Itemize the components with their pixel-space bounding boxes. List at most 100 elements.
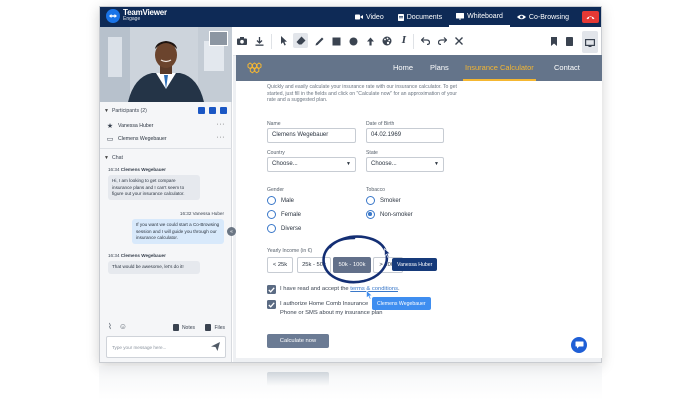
calculate-now-button[interactable]: Calculate now: [267, 334, 329, 348]
checkmark-icon: [268, 286, 275, 293]
whiteboard-tab-label: Whiteboard: [467, 12, 503, 20]
files-button[interactable]: Files: [205, 324, 225, 331]
state-select[interactable]: Choose... ▼: [366, 157, 444, 172]
nav-home[interactable]: Home: [393, 63, 413, 72]
consent-checkbox[interactable]: [267, 300, 276, 309]
text-tool-icon[interactable]: I: [398, 35, 410, 47]
bookmark-icon[interactable]: [551, 33, 557, 51]
video-tab[interactable]: Video: [348, 7, 391, 27]
terms-label: I have read and accept the: [280, 286, 349, 292]
country-select-value: Choose...: [272, 161, 298, 167]
gender-label: Gender: [267, 187, 284, 193]
message-input-placeholder: Type your message here...: [112, 345, 167, 350]
consent-text: I authorize Home Comb Insurance Phone or…: [280, 300, 382, 318]
nav-insurance-calculator[interactable]: Insurance Calculator: [465, 63, 534, 72]
redo-icon[interactable]: [436, 35, 448, 47]
state-select-value: Choose...: [371, 161, 397, 167]
gender-male-radio[interactable]: Male: [267, 196, 294, 205]
chat-bubble-button[interactable]: [571, 337, 587, 353]
income-option[interactable]: < 25k: [267, 257, 293, 273]
download-icon[interactable]: [253, 35, 265, 47]
nav-plans[interactable]: Plans: [430, 63, 449, 72]
arrow-up-icon[interactable]: [364, 35, 376, 47]
notes-button[interactable]: Notes: [172, 324, 195, 331]
co-browsing-tab[interactable]: Co-Browsing: [510, 7, 576, 27]
consent-line-1: I authorize Home Comb Insurance: [280, 301, 369, 307]
message-bubble: If you want we could start a Co-Browsing…: [132, 219, 224, 245]
income-option-label: < 25k: [272, 262, 288, 268]
message-author: Vanessa Huber: [192, 211, 224, 216]
message-bubble: That would be awesome, let's do it!: [108, 261, 200, 274]
rectangle-icon[interactable]: [330, 35, 342, 47]
country-label: Country: [267, 150, 285, 156]
top-bar: TeamViewer Engage Video Documents Whiteb…: [100, 7, 601, 27]
eraser-icon[interactable]: [293, 33, 308, 48]
clear-icon[interactable]: [453, 35, 465, 47]
camera-icon[interactable]: [236, 35, 248, 47]
circle-icon[interactable]: [347, 35, 359, 47]
radio-circle-selected: [366, 210, 375, 219]
message-author: Clemens Wegebauer: [120, 253, 166, 258]
radio-circle: [267, 210, 276, 219]
eye-icon: [516, 14, 526, 20]
chevron-down-icon: ▼: [434, 161, 439, 167]
pen-icon[interactable]: [313, 35, 325, 47]
terms-link[interactable]: terms & conditions: [350, 286, 398, 292]
gender-diverse-radio[interactable]: Diverse: [267, 224, 301, 233]
active-nav-underline: [463, 79, 536, 81]
participant-item[interactable]: ★ Vanessa Huber ···: [100, 119, 232, 132]
participant-name: Vanessa Huber: [118, 122, 154, 129]
message-input[interactable]: Type your message here...: [106, 336, 226, 358]
star-icon: ★: [106, 122, 114, 130]
paperclip-icon[interactable]: ⌇: [108, 322, 112, 331]
video-feed: [100, 27, 232, 102]
toolbar-separator: [413, 34, 414, 49]
files-label: Files: [214, 324, 225, 331]
brand-name: TeamViewer: [123, 8, 167, 17]
participant-item[interactable]: ▭ Clemens Wegebauer ···: [100, 132, 232, 145]
collapse-panel-button[interactable]: «: [227, 227, 236, 236]
country-select[interactable]: Choose... ▼: [267, 157, 356, 172]
chat-bubble-icon: [575, 341, 583, 349]
participants-header[interactable]: ▼ Participants (2): [100, 105, 232, 116]
video-tab-label: Video: [365, 13, 384, 21]
nav-contact[interactable]: Contact: [554, 63, 580, 72]
dob-field[interactable]: 04.02.1969: [366, 128, 444, 143]
notes-icon: [172, 324, 179, 331]
chat-header[interactable]: ▼ Chat: [100, 152, 232, 163]
income-option[interactable]: 25k - 50k: [297, 257, 331, 273]
radio-circle: [267, 224, 276, 233]
more-options-icon[interactable]: ···: [217, 121, 226, 128]
terms-checkbox[interactable]: [267, 285, 276, 294]
pointer-icon[interactable]: [278, 35, 290, 47]
share-icon[interactable]: [198, 107, 205, 114]
monitor-icon: ▭: [106, 135, 114, 143]
collapse-triangle-icon: ▼: [104, 154, 109, 161]
notes-label: Notes: [181, 324, 195, 331]
document-list-icon[interactable]: [566, 33, 573, 51]
radio-label: Smoker: [380, 197, 401, 204]
message-bubble: Hi, I am looking to get compare insuranc…: [108, 175, 200, 201]
gender-female-radio[interactable]: Female: [267, 210, 301, 219]
more-options-icon[interactable]: ···: [217, 134, 226, 141]
documents-tab[interactable]: Documents: [391, 7, 449, 27]
add-user-icon[interactable]: [220, 107, 227, 114]
undo-icon[interactable]: [419, 35, 431, 47]
end-call-button[interactable]: [582, 11, 599, 23]
tobacco-non-smoker-radio[interactable]: Non-smoker: [366, 210, 413, 219]
tobacco-smoker-radio[interactable]: Smoker: [366, 196, 401, 205]
send-icon[interactable]: [211, 342, 220, 351]
income-option-selected[interactable]: 50k - 100k: [333, 257, 371, 273]
radio-label: Male: [281, 197, 295, 204]
whiteboard-tab[interactable]: Whiteboard: [449, 7, 510, 27]
color-palette-icon[interactable]: [381, 35, 393, 47]
emoji-icon[interactable]: ☺: [119, 322, 127, 331]
checkmark-icon: [268, 301, 275, 308]
name-field[interactable]: Clemens Wegebauer: [267, 128, 356, 143]
cursor-arrow-icon: [384, 248, 391, 258]
divider: [100, 148, 232, 149]
groups-icon[interactable]: [209, 107, 216, 114]
cursor-label-vanessa: Vanessa Huber: [392, 258, 438, 271]
fullscreen-icon[interactable]: [582, 30, 598, 53]
toolbar-separator: [271, 34, 272, 49]
